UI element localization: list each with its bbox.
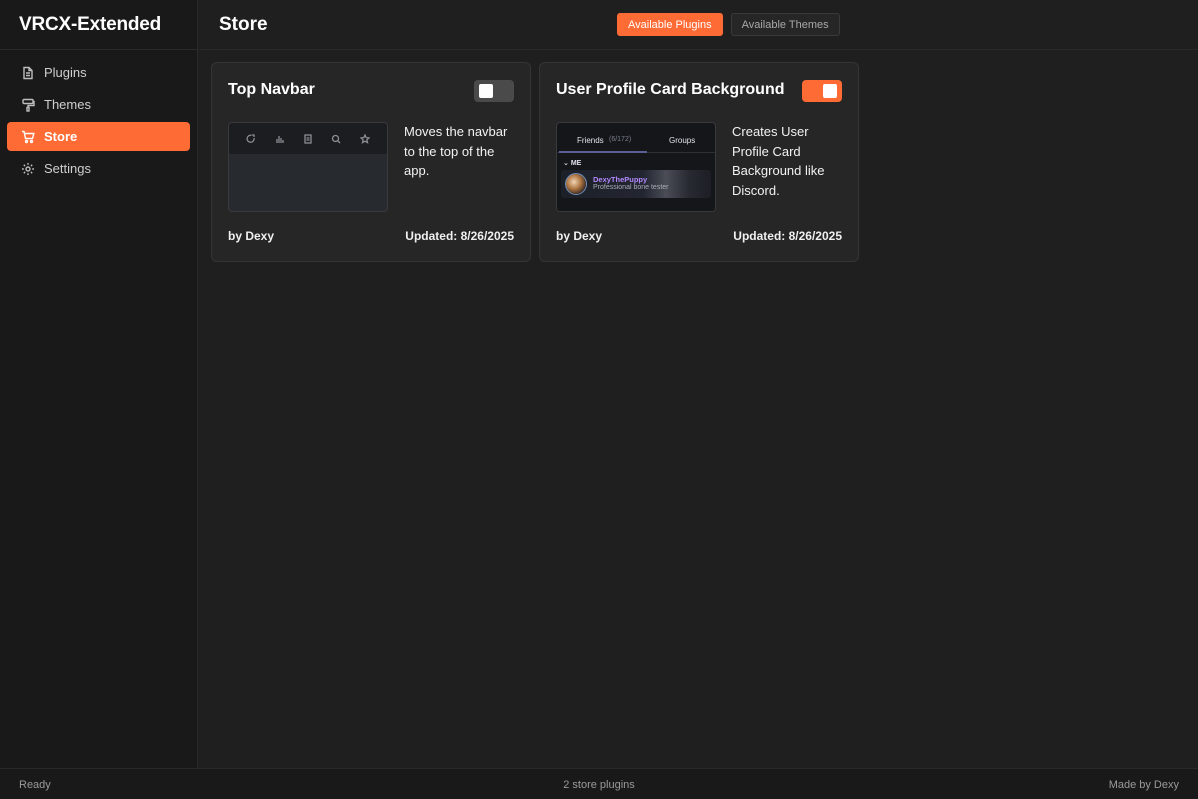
- sidebar-item-label: Settings: [44, 161, 91, 176]
- preview-status: Professional bone tester: [593, 184, 669, 191]
- toggle-knob: [479, 84, 493, 98]
- plugin-description: Creates User Profile Card Background lik…: [732, 124, 825, 198]
- preview-profile-card: DexyThePuppy Professional bone tester: [561, 170, 711, 198]
- document-icon: [304, 133, 312, 144]
- credit-text: Made by Dexy: [1108, 779, 1179, 791]
- search-icon: [332, 134, 341, 143]
- sidebar-nav: Plugins Themes Store Settings: [0, 50, 197, 183]
- preview-navbar: [229, 123, 387, 154]
- sidebar: VRCX-Extended Plugins Themes Store Setti…: [0, 0, 198, 768]
- status-bar: Ready 2 store plugins Made by Dexy: [0, 768, 1198, 799]
- sidebar-item-settings[interactable]: Settings: [7, 154, 190, 183]
- sidebar-item-themes[interactable]: Themes: [7, 90, 190, 119]
- plugin-updated: Updated: 8/26/2025: [733, 229, 842, 243]
- plugin-card-user-profile-card-background: User Profile Card Background Friends (6/…: [539, 62, 859, 262]
- sidebar-item-label: Themes: [44, 97, 91, 112]
- plugin-toggle[interactable]: [474, 80, 514, 102]
- preview-tabs: Friends (6/172) Groups: [557, 123, 715, 153]
- preview-tab-underline: [559, 151, 647, 153]
- store-tabs: Available Plugins Available Themes: [617, 13, 840, 36]
- cart-icon: [22, 130, 35, 143]
- plugin-title: Top Navbar: [228, 81, 315, 98]
- page-title: Store: [219, 14, 268, 35]
- preview-username: DexyThePuppy: [593, 175, 648, 184]
- paint-roller-icon: [22, 98, 35, 112]
- plugin-description: Moves the navbar to the top of the app.: [404, 124, 508, 178]
- tab-available-themes[interactable]: Available Themes: [730, 13, 840, 36]
- document-icon: [23, 66, 33, 79]
- preview-tab-friends: Friends: [577, 136, 604, 145]
- preview-tab-groups: Groups: [669, 136, 696, 145]
- sidebar-item-plugins[interactable]: Plugins: [7, 58, 190, 87]
- avatar: [565, 173, 587, 195]
- toggle-knob: [823, 84, 837, 98]
- plugin-author: by Dexy: [556, 229, 603, 243]
- page-header: Store Available Plugins Available Themes: [199, 0, 1198, 50]
- tab-available-plugins[interactable]: Available Plugins: [617, 13, 723, 36]
- main-content: Store Available Plugins Available Themes…: [199, 0, 1198, 768]
- preview-friends-count: (6/172): [609, 136, 632, 143]
- preview-section-label: ME: [570, 160, 582, 167]
- gear-icon: [22, 162, 34, 175]
- preview-friends-panel: Friends (6/172) Groups ⌄ ME DexyThePuppy…: [557, 123, 715, 211]
- plugin-preview-image: Friends (6/172) Groups ⌄ ME DexyThePuppy…: [556, 122, 716, 212]
- feed-icon: [246, 133, 255, 143]
- app-title: VRCX-Extended: [0, 0, 197, 50]
- plugin-toggle[interactable]: [802, 80, 842, 102]
- plugin-updated: Updated: 8/26/2025: [405, 229, 514, 243]
- chart-icon: [275, 135, 284, 143]
- plugin-title: User Profile Card Background: [556, 81, 785, 98]
- store-count: 2 store plugins: [563, 779, 635, 791]
- preview-section-header: ⌄ ME: [563, 160, 582, 167]
- star-icon: [359, 133, 370, 144]
- sidebar-item-label: Plugins: [44, 65, 87, 80]
- plugin-author: by Dexy: [228, 229, 275, 243]
- plugin-card-top-navbar: Top Navbar Moves the navbar to the top o…: [211, 62, 531, 262]
- sidebar-item-store[interactable]: Store: [7, 122, 190, 151]
- sidebar-item-label: Store: [44, 129, 78, 144]
- plugin-preview-image: [228, 122, 388, 212]
